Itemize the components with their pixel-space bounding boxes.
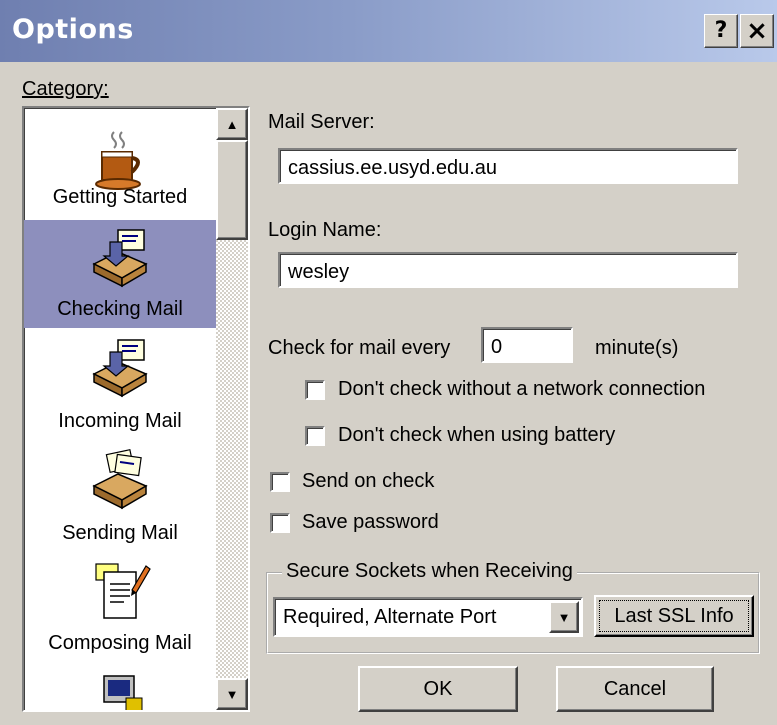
- window-title: Options: [12, 14, 134, 45]
- category-item-label: Checking Mail: [57, 298, 183, 320]
- check-every-unit: minute(s): [595, 337, 679, 359]
- check-every-label: Check for mail every: [268, 337, 451, 359]
- category-item-getting-started[interactable]: Getting Started: [24, 108, 216, 216]
- login-name-input[interactable]: wesley: [278, 252, 738, 288]
- no-network-checkbox[interactable]: [305, 380, 325, 400]
- ssl-mode-value: Required, Alternate Port: [283, 606, 497, 628]
- category-item-label: Incoming Mail: [58, 410, 182, 432]
- scroll-up-button[interactable]: ▲: [216, 108, 248, 140]
- mail-server-input[interactable]: cassius.ee.usyd.edu.au: [278, 148, 738, 184]
- close-button[interactable]: ×: [740, 14, 774, 48]
- coffee-cup-icon: [88, 128, 152, 192]
- save-password-checkbox[interactable]: [270, 513, 290, 533]
- category-label-text: Category:: [22, 78, 109, 100]
- category-item-composing-mail[interactable]: Composing Mail: [24, 552, 216, 660]
- mail-server-label: Mail Server:: [268, 111, 375, 133]
- chevron-down-icon[interactable]: ▼: [549, 601, 579, 633]
- category-item-incoming-mail[interactable]: Incoming Mail: [24, 330, 216, 438]
- last-ssl-info-button[interactable]: Last SSL Info: [594, 595, 754, 637]
- scroll-thumb[interactable]: [216, 140, 248, 240]
- ok-button[interactable]: OK: [358, 666, 518, 712]
- outbox-tray-icon: [88, 446, 152, 510]
- mailbox-tray-icon: [88, 334, 152, 398]
- save-password-label: Save password: [302, 511, 439, 533]
- options-dialog: Options ? × Category: Getting Started Ch…: [0, 0, 777, 725]
- no-network-label: Don't check without a network connection: [338, 378, 706, 400]
- check-every-input[interactable]: 0: [481, 327, 573, 363]
- category-label: Category:: [22, 78, 109, 101]
- compose-document-icon: [88, 560, 152, 624]
- send-on-check-checkbox[interactable]: [270, 472, 290, 492]
- help-button[interactable]: ?: [704, 14, 738, 48]
- ssl-mode-select[interactable]: Required, Alternate Port ▼: [273, 597, 583, 637]
- category-item-partial[interactable]: [24, 668, 216, 710]
- title-bar[interactable]: Options ? ×: [0, 0, 777, 62]
- category-item-label: Getting Started: [52, 186, 188, 208]
- send-on-check-label: Send on check: [302, 470, 435, 492]
- category-item-label: Sending Mail: [62, 522, 178, 544]
- computer-icon: [88, 670, 152, 710]
- scroll-down-button[interactable]: ▼: [216, 678, 248, 710]
- category-item-sending-mail[interactable]: Sending Mail: [24, 442, 216, 550]
- mailbox-tray-icon: [88, 224, 152, 288]
- no-battery-label: Don't check when using battery: [338, 424, 616, 446]
- ssl-group-label: Secure Sockets when Receiving: [282, 560, 577, 583]
- category-list[interactable]: Getting Started Checking Mail Incoming M…: [22, 106, 250, 712]
- cancel-button[interactable]: Cancel: [556, 666, 714, 712]
- category-scrollbar[interactable]: ▲ ▼: [216, 108, 248, 710]
- no-battery-checkbox[interactable]: [305, 426, 325, 446]
- login-name-label: Login Name:: [268, 219, 382, 241]
- category-item-checking-mail[interactable]: Checking Mail: [24, 220, 216, 328]
- category-item-label: Composing Mail: [48, 632, 192, 654]
